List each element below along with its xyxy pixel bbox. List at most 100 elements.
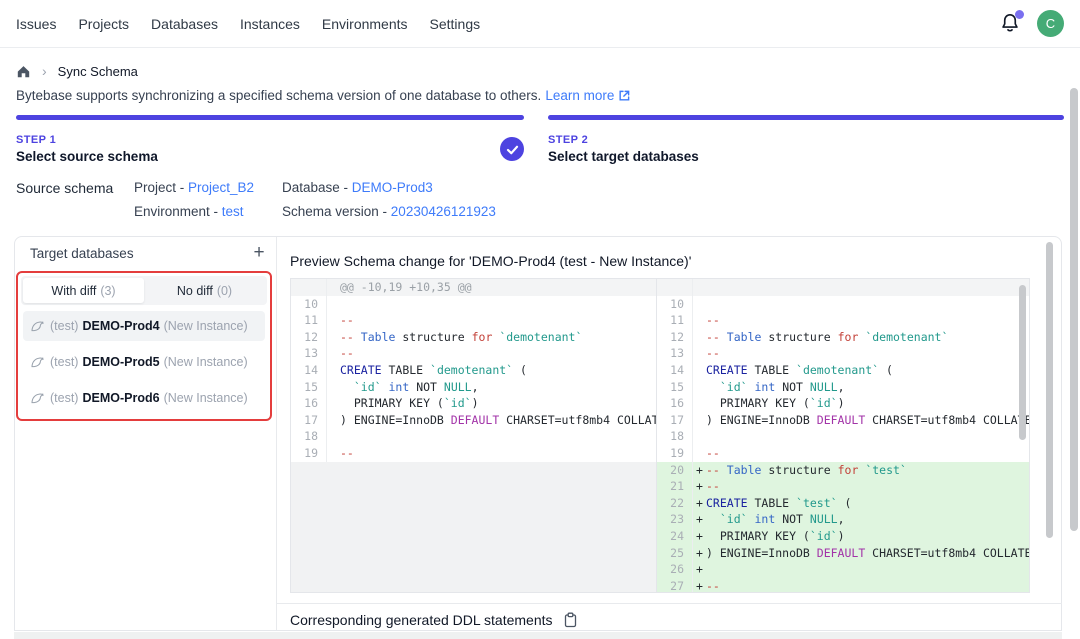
diff-line: 17 ) ENGINE=InnoDB DEFAULT CHARSET=utf8m… — [657, 412, 1029, 429]
diff-line: 16 PRIMARY KEY (`id`) — [291, 395, 656, 412]
diff-line: 19 -- — [291, 445, 656, 462]
diff-line: 26+ — [657, 561, 1029, 578]
line-number: 15 — [291, 379, 327, 396]
line-number: 23 — [657, 511, 693, 528]
diff-marker — [327, 312, 340, 329]
card-scrollbar[interactable] — [1046, 242, 1053, 538]
notification-dot — [1015, 10, 1024, 19]
nav-item-projects[interactable]: Projects — [78, 16, 129, 32]
step1-label: STEP 1 — [16, 134, 56, 146]
home-icon[interactable] — [16, 64, 31, 79]
diff-line: 18 — [657, 428, 1029, 445]
avatar[interactable]: C — [1037, 10, 1064, 37]
diff-line: 14 CREATE TABLE `demotenant` ( — [291, 362, 656, 379]
target-db-item[interactable]: (test)DEMO-Prod4(New Instance) — [23, 311, 265, 341]
nav-item-environments[interactable]: Environments — [322, 16, 408, 32]
diff-empty-filler — [291, 462, 656, 592]
diff-marker — [327, 362, 340, 379]
source-schema-label: Source schema — [16, 180, 113, 196]
code-text: PRIMARY KEY (`id`) — [706, 528, 1029, 545]
ddl-section-header: Corresponding generated DDL statements — [290, 612, 578, 628]
check-icon — [503, 140, 522, 159]
diff-marker — [693, 412, 706, 429]
target-db-item[interactable]: (test)DEMO-Prod5(New Instance) — [23, 347, 265, 377]
nav-item-instances[interactable]: Instances — [240, 16, 300, 32]
step2-label: STEP 2 — [548, 134, 588, 146]
target-panel-title: Target databases — [30, 246, 134, 261]
line-number: 18 — [657, 428, 693, 445]
diff-line: 27+-- — [657, 578, 1029, 592]
line-number: 25 — [657, 545, 693, 562]
tab-with-diff[interactable]: With diff (3) — [23, 278, 144, 303]
code-text: -- — [340, 445, 656, 462]
nav-item-databases[interactable]: Databases — [151, 16, 218, 32]
add-target-database-button[interactable]: + — [248, 242, 270, 264]
target-db-item[interactable]: (test)DEMO-Prod6(New Instance) — [23, 383, 265, 413]
step1-done-badge — [500, 137, 524, 161]
schema-diff-editor: @@ -10,19 +10,35 @@10 11 --12 -- Table s… — [290, 278, 1030, 593]
learn-more-link[interactable]: Learn more — [545, 88, 614, 103]
diff-marker — [693, 379, 706, 396]
copy-icon[interactable] — [563, 612, 578, 628]
diff-line: 12 -- Table structure for `demotenant` — [657, 329, 1029, 346]
line-number: 10 — [657, 296, 693, 313]
diff-line: 19 -- — [657, 445, 1029, 462]
nav-items: Issues Projects Databases Instances Environm… — [16, 16, 480, 32]
diff-line: 22+CREATE TABLE `test` ( — [657, 495, 1029, 512]
diff-hunk-header: @@ -10,19 +10,35 @@ — [291, 279, 656, 296]
line-number: 20 — [657, 462, 693, 479]
diff-line: 17 ) ENGINE=InnoDB DEFAULT CHARSET=utf8m… — [291, 412, 656, 429]
source-field-value-link[interactable]: 20230426121923 — [391, 204, 496, 219]
chevron-right-icon: › — [42, 63, 47, 79]
next-section-edge — [14, 632, 1062, 639]
diff-marker — [327, 329, 340, 346]
tab-no-diff[interactable]: No diff (0) — [144, 278, 265, 303]
external-link-icon[interactable] — [618, 89, 631, 102]
code-text: -- — [340, 345, 656, 362]
db-environment: (test) — [50, 319, 78, 333]
line-number: 19 — [291, 445, 327, 462]
diff-marker — [327, 412, 340, 429]
section-divider — [277, 603, 1062, 604]
step1-title: Select source schema — [16, 149, 158, 164]
line-number: 16 — [291, 395, 327, 412]
code-text — [706, 561, 1029, 578]
source-fields: Project - Project_B2Database - DEMO-Prod… — [134, 180, 496, 219]
diff-pane-modified: 10 11 --12 -- Table structure for `demot… — [657, 279, 1029, 592]
diff-line: 12 -- Table structure for `demotenant` — [291, 329, 656, 346]
editor-scrollbar[interactable] — [1019, 285, 1026, 440]
code-text: -- Table structure for `demotenant` — [340, 329, 656, 346]
diff-marker — [327, 379, 340, 396]
nav-item-issues[interactable]: Issues — [16, 16, 56, 32]
source-field-value-link[interactable]: DEMO-Prod3 — [352, 180, 433, 195]
sync-schema-page: Issues Projects Databases Instances Environm… — [0, 0, 1080, 639]
db-suffix: (New Instance) — [164, 355, 248, 369]
diff-marker: + — [693, 462, 706, 479]
diff-marker — [327, 395, 340, 412]
source-field-label: Environment - — [134, 204, 222, 219]
tab-count: (0) — [217, 284, 232, 298]
diff-marker — [693, 395, 706, 412]
code-text: PRIMARY KEY (`id`) — [706, 395, 1029, 412]
db-environment: (test) — [50, 355, 78, 369]
code-text: CREATE TABLE `demotenant` ( — [706, 362, 1029, 379]
diff-marker — [327, 445, 340, 462]
line-number: 13 — [291, 345, 327, 362]
line-number: 26 — [657, 561, 693, 578]
intro-line: Bytebase supports synchronizing a specif… — [16, 88, 631, 103]
line-number: 19 — [657, 445, 693, 462]
tab-label: With diff — [51, 284, 96, 298]
code-text — [706, 428, 1029, 445]
diff-line: 23+ `id` int NOT NULL, — [657, 511, 1029, 528]
diff-pane-original: @@ -10,19 +10,35 @@10 11 --12 -- Table s… — [291, 279, 657, 592]
diff-line: 16 PRIMARY KEY (`id`) — [657, 395, 1029, 412]
notifications-button[interactable] — [999, 12, 1023, 36]
source-field-value-link[interactable]: test — [222, 204, 244, 219]
db-engine-icon — [31, 392, 44, 404]
line-number: 18 — [291, 428, 327, 445]
code-text: -- Table structure for `test` — [706, 462, 1029, 479]
source-field-value-link[interactable]: Project_B2 — [188, 180, 254, 195]
step2-title: Select target databases — [548, 149, 699, 164]
page-scrollbar[interactable] — [1070, 88, 1078, 531]
nav-item-settings[interactable]: Settings — [430, 16, 481, 32]
